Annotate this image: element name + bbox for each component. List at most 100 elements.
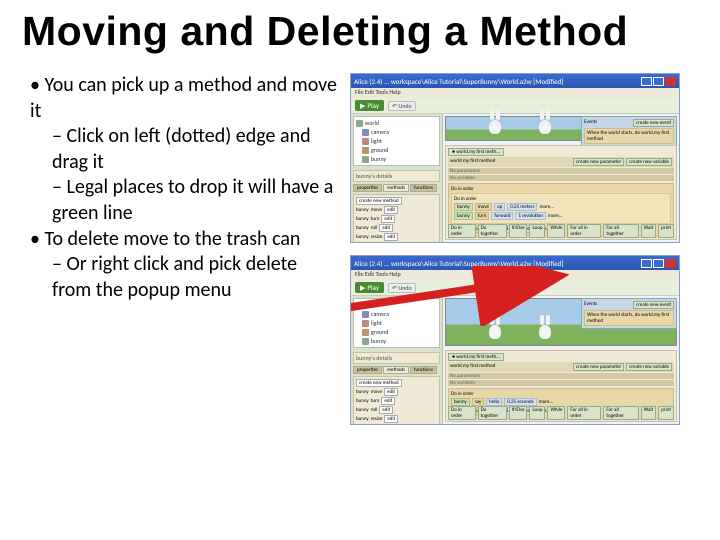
- footer-tile[interactable]: For all in order: [567, 224, 601, 238]
- edit-button[interactable]: edit: [379, 424, 393, 425]
- tab-properties[interactable]: properties: [353, 184, 382, 192]
- inner-block[interactable]: Do in order bunny move up 0.25 meters mo…: [451, 193, 671, 224]
- footer-tile[interactable]: Loop: [529, 224, 545, 238]
- footer-tile[interactable]: Do in order: [448, 406, 476, 420]
- tree-node[interactable]: world: [365, 119, 379, 127]
- tree-node[interactable]: ground: [371, 146, 388, 154]
- more-label[interactable]: more...: [548, 213, 563, 219]
- footer-tile[interactable]: For all together: [603, 224, 638, 238]
- edit-button[interactable]: edit: [384, 415, 398, 423]
- minimize-icon[interactable]: [641, 77, 652, 86]
- edit-button[interactable]: edit: [384, 206, 398, 214]
- statement-row[interactable]: bunny move up 0.25 meters more...: [454, 203, 668, 211]
- tree-node[interactable]: ground: [371, 328, 388, 336]
- create-param-button[interactable]: create new parameter: [573, 158, 624, 166]
- tree-node[interactable]: bunny: [371, 155, 386, 163]
- undo-button[interactable]: ↶ Undo: [388, 101, 416, 111]
- token-arg[interactable]: 1 revolution: [515, 212, 545, 220]
- bunny-icon: [536, 110, 554, 134]
- method-item[interactable]: bunny: [356, 398, 369, 404]
- statement-row[interactable]: bunny say hello 0.25 seconds more...: [451, 398, 671, 406]
- method-item[interactable]: bunny: [356, 225, 369, 231]
- token-arg[interactable]: 0.25 meters: [507, 203, 537, 211]
- tree-node[interactable]: camera: [371, 310, 389, 318]
- method-item[interactable]: bunny: [356, 234, 369, 240]
- footer-tile[interactable]: While: [547, 224, 565, 238]
- edit-button[interactable]: edit: [384, 233, 398, 241]
- bullet-2: To delete move to the trash can Or right…: [30, 227, 340, 304]
- method-item[interactable]: bunny: [356, 216, 369, 222]
- footer-tile[interactable]: Wait: [641, 406, 657, 420]
- event-row[interactable]: When the world starts, do world.my first…: [584, 310, 674, 326]
- tab-functions[interactable]: functions: [410, 184, 437, 192]
- close-icon[interactable]: [665, 77, 676, 86]
- undo-button[interactable]: ↶ Undo: [388, 283, 416, 293]
- maximize-icon[interactable]: [653, 77, 664, 86]
- method-item[interactable]: bunny: [356, 389, 369, 395]
- menu-bar[interactable]: File Edit Tools Help: [351, 270, 679, 280]
- footer-tile[interactable]: For all together: [603, 406, 638, 420]
- footer-tile[interactable]: print: [658, 406, 674, 420]
- footer-tile[interactable]: Loop: [529, 406, 545, 420]
- footer-tile[interactable]: While: [547, 406, 565, 420]
- edit-button[interactable]: edit: [379, 242, 393, 243]
- tree-node[interactable]: light: [371, 319, 382, 327]
- play-button[interactable]: ▶ Play: [355, 282, 384, 293]
- method-item[interactable]: bunny: [356, 416, 369, 422]
- footer-tile[interactable]: Do in order: [448, 224, 476, 238]
- close-icon[interactable]: [665, 259, 676, 268]
- object-tree[interactable]: world camera light ground bunny: [353, 116, 440, 166]
- create-method-button[interactable]: create new method: [356, 379, 402, 387]
- menu-bar[interactable]: File Edit Tools Help: [351, 88, 679, 98]
- token-object[interactable]: bunny: [451, 398, 470, 406]
- methods-panel: create new method bunny move edit bunny …: [353, 194, 440, 243]
- create-event-button[interactable]: create new event: [633, 301, 674, 309]
- footer-tile[interactable]: For all in order: [567, 406, 601, 420]
- tree-node[interactable]: world: [365, 301, 379, 309]
- tree-node[interactable]: camera: [371, 128, 389, 136]
- tree-node[interactable]: bunny: [371, 337, 386, 345]
- play-button[interactable]: ▶ Play: [355, 100, 384, 111]
- token-action[interactable]: turn: [475, 212, 490, 220]
- edit-button[interactable]: edit: [384, 388, 398, 396]
- token-arg[interactable]: hello: [486, 398, 502, 406]
- edit-button[interactable]: edit: [379, 406, 393, 414]
- edit-button[interactable]: edit: [381, 215, 395, 223]
- token-object[interactable]: bunny: [454, 212, 473, 220]
- method-item[interactable]: bunny: [356, 407, 369, 413]
- editor-tab[interactable]: ● world.my first meth...: [448, 353, 504, 361]
- create-param-button[interactable]: create new parameter: [573, 363, 624, 371]
- token-action[interactable]: say: [472, 398, 485, 406]
- editor-tab[interactable]: ● world.my first meth...: [448, 148, 504, 156]
- token-arg[interactable]: 0.25 seconds: [504, 398, 536, 406]
- create-var-button[interactable]: create new variable: [626, 363, 672, 371]
- token-action[interactable]: move: [475, 203, 492, 211]
- statement-row[interactable]: bunny turn forward 1 revolution more...: [454, 212, 668, 220]
- edit-button[interactable]: edit: [381, 397, 395, 405]
- more-label[interactable]: more...: [539, 204, 554, 210]
- footer-tile[interactable]: print: [658, 224, 674, 238]
- tree-node[interactable]: light: [371, 137, 382, 145]
- create-event-button[interactable]: create new event: [633, 119, 674, 127]
- footer-tile[interactable]: Do together: [478, 406, 507, 420]
- create-var-button[interactable]: create new variable: [626, 158, 672, 166]
- token-arg[interactable]: forward: [491, 212, 513, 220]
- create-method-button[interactable]: create new method: [356, 197, 402, 205]
- tab-methods[interactable]: methods: [383, 366, 409, 374]
- token-arg[interactable]: up: [494, 203, 505, 211]
- footer-tile[interactable]: If/Else: [509, 406, 528, 420]
- minimize-icon[interactable]: [641, 259, 652, 268]
- token-object[interactable]: bunny: [454, 203, 473, 211]
- footer-tile[interactable]: Wait: [641, 224, 657, 238]
- footer-tile[interactable]: Do together: [478, 224, 507, 238]
- tab-properties[interactable]: properties: [353, 366, 382, 374]
- object-tree[interactable]: world camera light ground bunny: [353, 298, 440, 348]
- footer-tile[interactable]: If/Else: [509, 224, 528, 238]
- tab-functions[interactable]: functions: [410, 366, 437, 374]
- tab-methods[interactable]: methods: [383, 184, 409, 192]
- more-label[interactable]: more...: [539, 399, 554, 405]
- event-row[interactable]: When the world starts, do world.my first…: [584, 128, 674, 144]
- maximize-icon[interactable]: [653, 259, 664, 268]
- method-item[interactable]: bunny: [356, 207, 369, 213]
- edit-button[interactable]: edit: [379, 224, 393, 232]
